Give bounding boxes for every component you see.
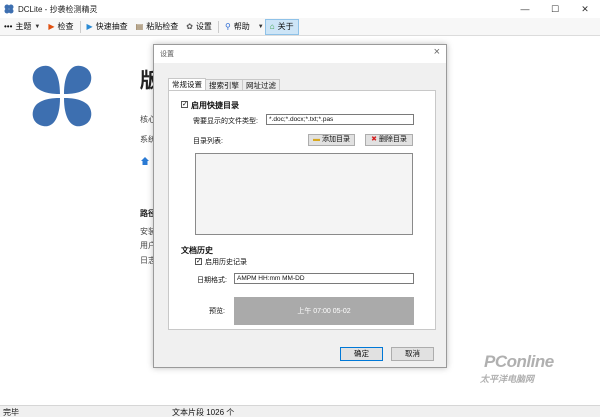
date-format-field[interactable]: AMPM HH:mm MM-DD (234, 273, 414, 284)
status-bar: 完毕 文本片段 1026 个 (0, 405, 600, 417)
window-titlebar: DCLite - 抄袭检测精灵 — ☐ ✕ (0, 0, 600, 18)
add-directory-label: 添加目录 (322, 136, 350, 143)
link-icon: ⚲ (224, 22, 231, 31)
directory-list[interactable] (195, 153, 413, 235)
settings-label: 设置 (195, 22, 212, 31)
about-label: 关于 (277, 22, 294, 31)
quick-dir-label: 启用快捷目录 (191, 101, 239, 110)
chevron-down-icon: ▼ (257, 23, 264, 30)
date-preview: 上午 07:00 05-02 (234, 297, 414, 325)
toolbar-divider (79, 20, 81, 33)
menu-label: 主题 (15, 22, 32, 31)
clipboard-icon: ▤ (135, 22, 144, 31)
preview-label: 预览: (209, 308, 225, 315)
add-directory-button[interactable]: ▬ 添加目录 (308, 134, 355, 146)
cancel-button[interactable]: 取消 (391, 347, 434, 361)
close-window-button[interactable]: ✕ (570, 0, 600, 18)
chevron-down-icon: ▼ (34, 23, 41, 30)
folder-icon: ▬ (313, 136, 320, 143)
filetype-label: 需要显示的文件类型: (193, 118, 258, 125)
dialog-body: 常规设置 搜索引擎 网址过滤 ✓ 启用快捷目录 需要显示的文件类型: *.doc… (154, 63, 446, 367)
fragment-count: 文本片段 1026 个 (172, 408, 235, 417)
watermark-brand: PConline (484, 352, 554, 371)
delete-icon: ✖ (371, 136, 377, 143)
quick-extract-label: 快速抽查 (95, 22, 128, 31)
filetype-field[interactable]: *.doc;*.docx;*.txt;*.pas (266, 114, 414, 125)
check-label: 检查 (57, 22, 74, 31)
home-icon[interactable] (140, 156, 150, 166)
history-section-label: 文档历史 (181, 246, 213, 255)
home-icon: ⌂ (269, 22, 275, 31)
check-button[interactable]: ▶ 检查 (44, 19, 77, 35)
quick-dir-checkbox[interactable]: ✓ (181, 101, 188, 108)
dirlist-label: 目录列表: (193, 138, 223, 145)
delete-directory-label: 删除目录 (378, 136, 407, 143)
play-icon: ▶ (48, 22, 55, 31)
quick-extract-button[interactable]: ▶ 快速抽查 (83, 19, 132, 35)
window-title: DCLite - 抄袭检测精灵 (18, 4, 98, 14)
help-dropdown[interactable]: ▼ (254, 19, 265, 35)
date-format-label: 日期格式: (197, 277, 227, 284)
history-enabled-label: 启用历史记录 (205, 259, 247, 266)
maximize-button[interactable]: ☐ (540, 0, 570, 18)
watermark: PConline 太平洋电脑网 (480, 350, 590, 388)
delete-directory-button[interactable]: ✖ 删除目录 (365, 134, 413, 146)
close-icon[interactable]: × (434, 46, 440, 58)
settings-button[interactable]: ✿ 设置 (182, 19, 216, 35)
history-checkbox[interactable]: ✓ (195, 258, 202, 265)
help-button[interactable]: ⚲ 帮助 (221, 19, 254, 35)
about-button[interactable]: ⌂ 关于 (264, 18, 299, 35)
watermark-subtitle: 太平洋电脑网 (480, 374, 535, 384)
fast-forward-icon: ▶ (86, 22, 93, 31)
minimize-button[interactable]: — (510, 0, 540, 18)
paste-check-label: 粘贴检查 (146, 22, 179, 31)
dialog-title: 设置 (160, 51, 174, 58)
help-label: 帮助 (233, 22, 250, 31)
paste-check-button[interactable]: ▤ 粘贴检查 (132, 19, 183, 35)
menu-dots-icon: ••• (4, 22, 13, 31)
menu-button[interactable]: ••• 主题 ▼ (0, 19, 44, 35)
general-tab-panel: ✓ 启用快捷目录 需要显示的文件类型: *.doc;*.docx;*.txt;*… (168, 90, 436, 330)
app-icon (4, 4, 14, 14)
toolbar-divider (217, 20, 219, 33)
gear-icon: ✿ (186, 22, 193, 31)
clover-logo (32, 65, 92, 127)
ok-button[interactable]: 确定 (340, 347, 383, 361)
status-text: 完毕 (3, 408, 19, 417)
toolbar: ••• 主题 ▼ ▶ 检查 ▶ 快速抽查 ▤ 粘贴检查 ✿ 设置 ⚲ 帮助 ▼ … (0, 18, 600, 36)
settings-dialog: 设置 × 常规设置 搜索引擎 网址过滤 ✓ 启用快捷目录 需要显示的文件类型: … (153, 44, 447, 368)
